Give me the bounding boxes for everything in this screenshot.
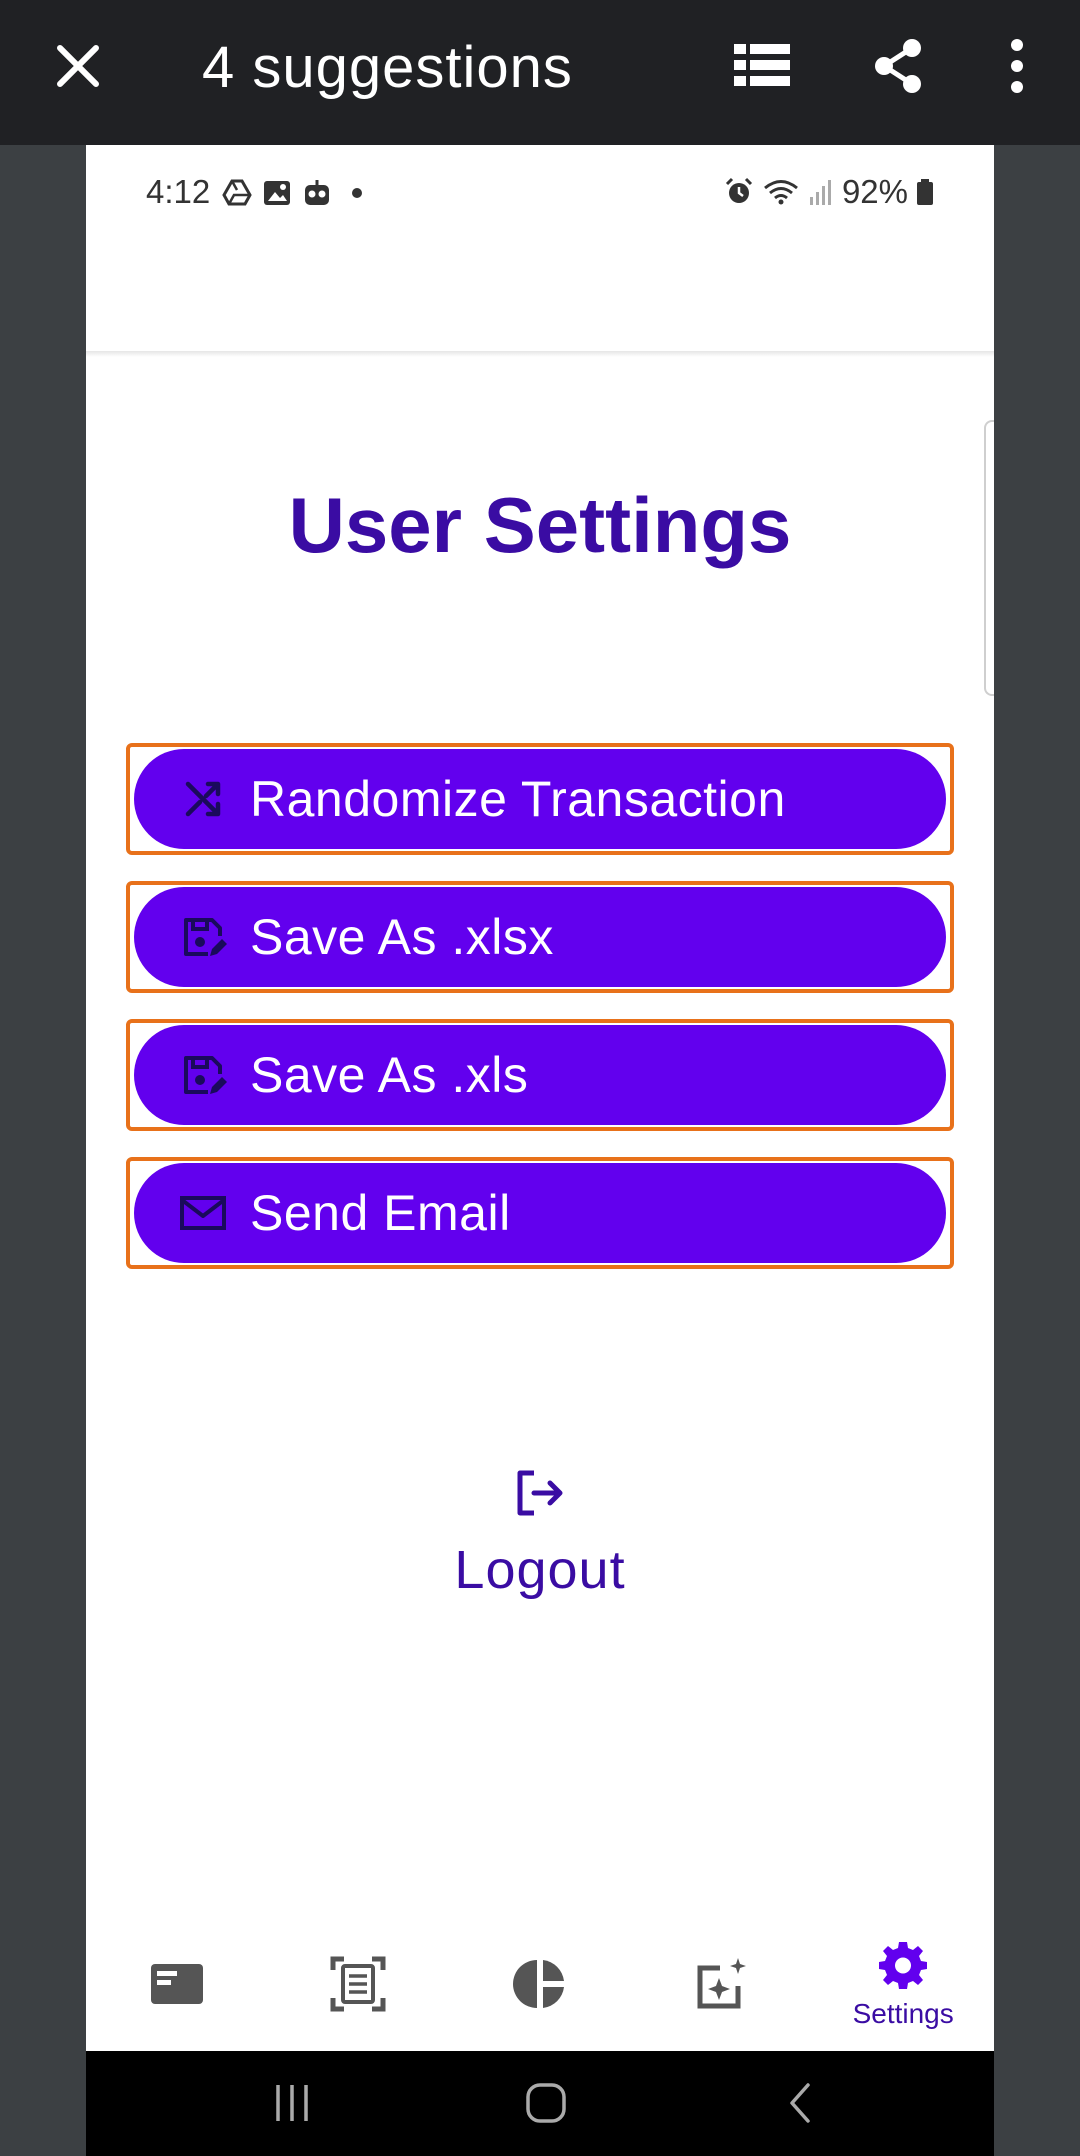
viewer-toolbar: 4 suggestions [0,0,1080,145]
suggestion-highlight: Randomize Transaction [126,743,954,855]
wifi-icon [763,180,798,205]
app-bar-divider [86,351,994,357]
logout-button[interactable]: Logout [86,1465,994,1601]
logout-label: Logout [454,1540,626,1600]
back-icon[interactable] [782,2081,818,2125]
suggestion-highlight: Save As .xlsx [126,881,954,993]
nav-item-settings[interactable]: Settings [812,1920,994,2051]
system-navigation-bar [86,2051,994,2156]
logout-icon [517,1470,563,1516]
nav-item-reports[interactable] [449,1920,631,2051]
save-xlsx-button[interactable]: Save As .xlsx [134,887,946,987]
nav-item-cards[interactable] [86,1920,268,2051]
close-icon[interactable] [50,38,106,94]
suggestion-highlight: Save As .xls [126,1019,954,1131]
battery-icon [917,179,933,205]
nav-item-ai-edit[interactable] [631,1920,813,2051]
nav-item-scan[interactable] [268,1920,450,2051]
robot-icon [305,180,329,205]
page-title: User Settings [288,481,792,569]
drive-icon [222,179,252,206]
bottom-navigation: Settings [86,1920,994,2051]
app-screen: 4:12 92% User Settings Randomize Transac… [86,145,994,2051]
share-icon[interactable] [868,36,928,96]
mail-icon [180,1196,226,1230]
viewer-title: 4 suggestions [202,35,573,100]
shuffle-icon [185,781,221,817]
gear-icon [879,1942,928,1989]
home-icon[interactable] [524,2081,568,2125]
button-label: Randomize Transaction [250,771,786,827]
alarm-icon [725,177,752,203]
send-email-button[interactable]: Send Email [134,1163,946,1263]
status-notification-icons [222,177,372,209]
button-label: Send Email [250,1185,511,1241]
document-scan-icon [330,1956,386,2012]
list-view-icon[interactable] [732,40,792,90]
button-label: Save As .xls [250,1047,529,1103]
battery-percent: 92% [841,173,908,210]
save-edit-icon [184,1056,227,1094]
randomize-transaction-button[interactable]: Randomize Transaction [134,749,946,849]
nav-item-label: Settings [852,1998,954,2029]
sparkle-edit-icon [697,1958,746,2009]
status-system-icons: 92% [724,173,934,211]
signal-icon [809,180,831,205]
save-xls-button[interactable]: Save As .xls [134,1025,946,1125]
suggestion-highlight: Send Email [126,1157,954,1269]
button-label: Save As .xlsx [250,909,554,965]
card-icon [150,1964,203,2004]
save-edit-icon [184,918,227,956]
status-time: 4:12 [146,173,211,210]
more-vert-icon[interactable] [1000,36,1034,96]
pie-chart-icon [512,1960,564,2008]
gallery-icon [264,181,290,205]
status-bar: 4:12 92% [86,145,994,245]
recents-icon[interactable] [272,2081,312,2125]
dot-icon [352,188,362,198]
